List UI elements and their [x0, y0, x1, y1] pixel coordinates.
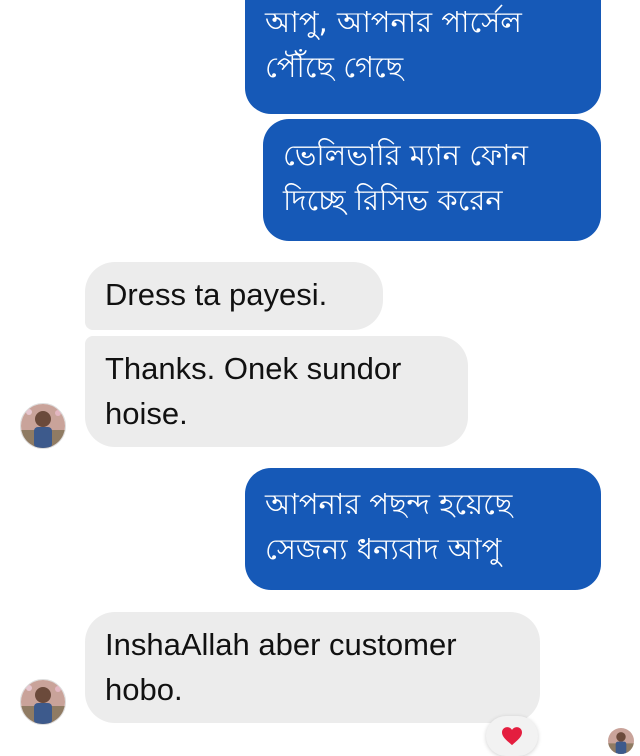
contact-avatar[interactable]	[20, 679, 66, 725]
message-bubble-incoming[interactable]: Thanks. Onek sundor hoise.	[85, 336, 468, 447]
message-bubble-incoming[interactable]: Dress ta payesi.	[85, 262, 383, 330]
heart-icon	[502, 727, 522, 746]
message-reaction[interactable]	[486, 716, 538, 756]
avatar-photo	[21, 404, 65, 448]
message-bubble-outgoing[interactable]: আপনার পছন্দ হয়েছে সেজন্য ধন্যবাদ আপু	[245, 468, 601, 590]
seen-avatar-photo	[608, 728, 634, 754]
contact-avatar[interactable]	[20, 403, 66, 449]
message-bubble-outgoing[interactable]: আপু, আপনার পার্সেল পৌঁছে গেছে	[245, 0, 601, 114]
message-bubble-outgoing[interactable]: ভেলিভারি ম্যান ফোন দিচ্ছে রিসিভ করেন	[263, 119, 601, 241]
message-bubble-incoming[interactable]: InshaAllah aber customer hobo.	[85, 612, 540, 723]
avatar-photo	[21, 680, 65, 724]
seen-avatar	[608, 728, 634, 754]
